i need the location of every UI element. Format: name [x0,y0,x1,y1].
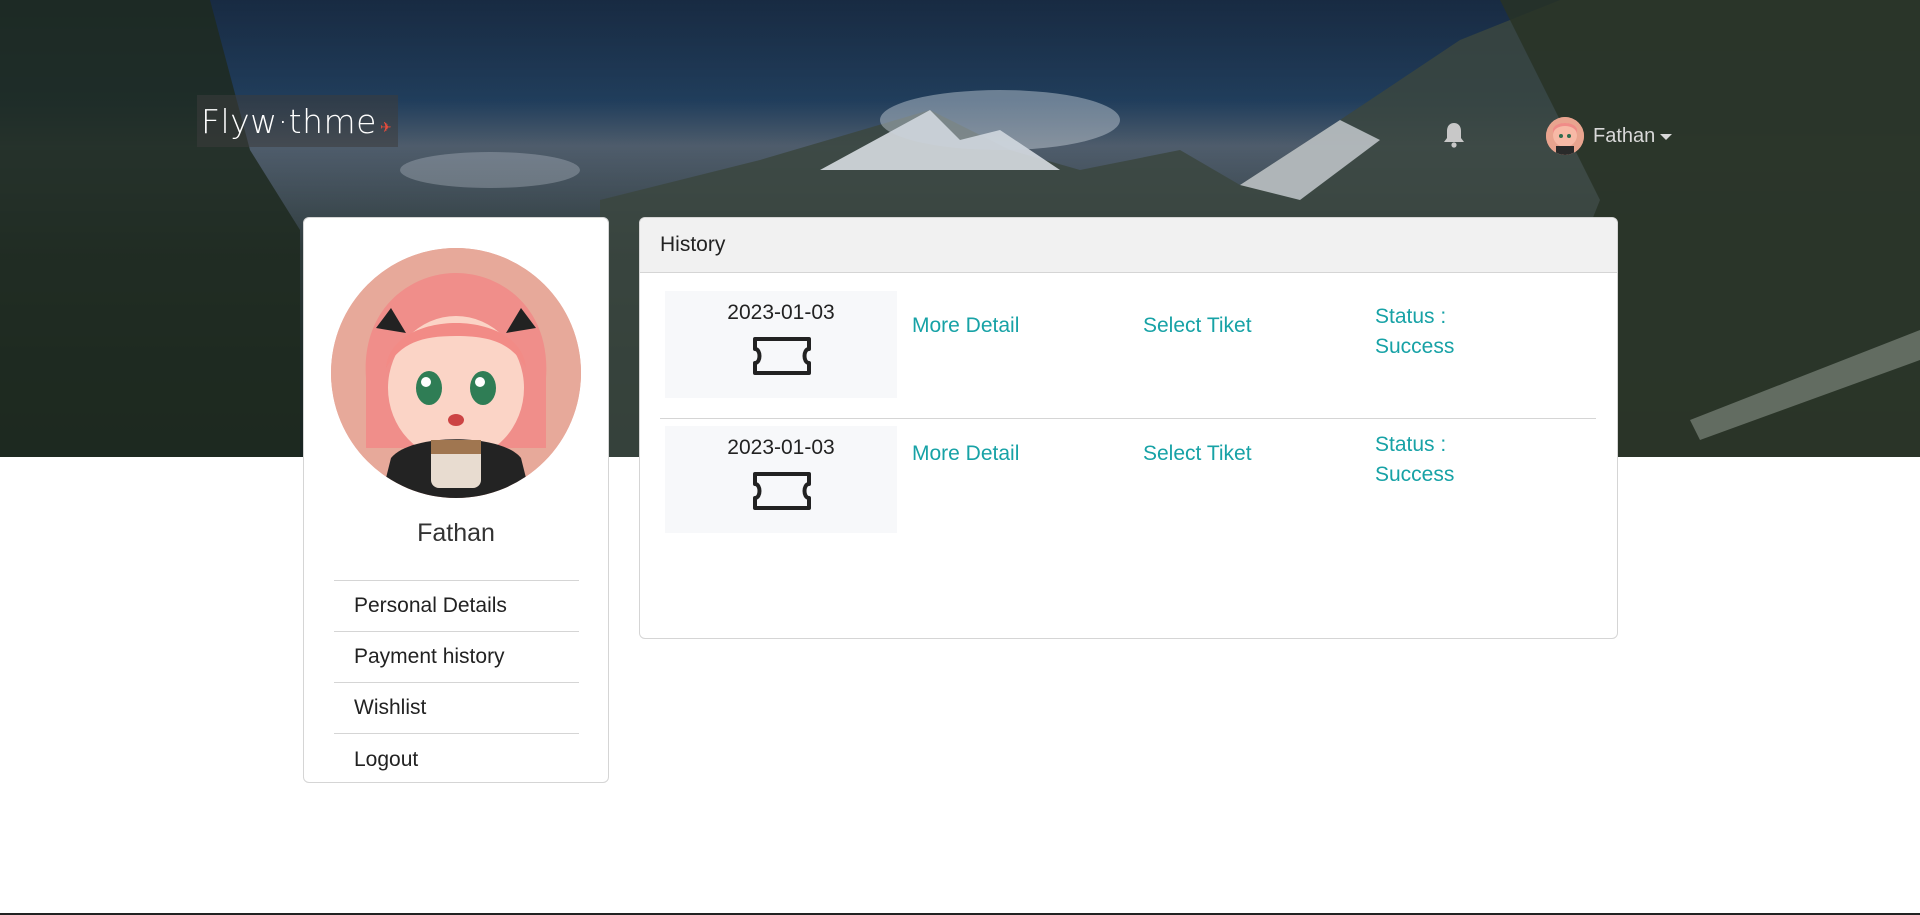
history-date: 2023-01-03 [727,436,835,459]
profile-menu: Personal Details Payment history Wishlis… [334,580,579,785]
date-box: 2023-01-03 [665,291,897,398]
user-name: Fathan [1593,124,1656,147]
select-ticket-link[interactable]: Select Tiket [1143,314,1252,338]
logo-text: Flyw·thme [201,101,377,141]
profile-avatar [331,248,581,498]
status-text: Status : Success [1375,430,1505,490]
profile-card: Fathan Personal Details Payment history … [303,217,609,783]
history-row: 2023-01-03 More Detail Select Tiket Stat… [660,291,1596,419]
profile-name: Fathan [417,519,495,547]
ticket-icon [753,472,811,510]
plane-icon: ✈ [379,118,392,135]
menu-item-personal-details[interactable]: Personal Details [334,581,579,632]
menu-item-logout[interactable]: Logout [334,734,579,785]
select-ticket-link[interactable]: Select Tiket [1143,442,1252,466]
bell-icon[interactable] [1442,121,1466,149]
status-value: Success [1375,335,1455,358]
user-menu[interactable]: Fathan [1546,117,1673,155]
more-detail-link[interactable]: More Detail [912,314,1019,338]
date-box: 2023-01-03 [665,426,897,533]
history-row: 2023-01-03 More Detail Select Tiket Stat… [660,419,1596,547]
ticket-icon [753,337,811,375]
menu-item-wishlist[interactable]: Wishlist [334,683,579,734]
status-label: Status : [1375,433,1447,456]
caret-down-icon [1660,134,1673,140]
more-detail-link[interactable]: More Detail [912,442,1019,466]
brand-logo[interactable]: Flyw·thme ✈ [197,95,398,147]
status-text: Status : Success [1375,302,1505,362]
status-label: Status : [1375,305,1447,328]
history-card: History 2023-01-03 More Detail Select Ti… [639,217,1618,639]
history-date: 2023-01-03 [727,301,835,324]
menu-item-payment-history[interactable]: Payment history [334,632,579,683]
avatar [1546,117,1584,155]
history-title: History [640,218,1617,273]
status-value: Success [1375,463,1455,486]
